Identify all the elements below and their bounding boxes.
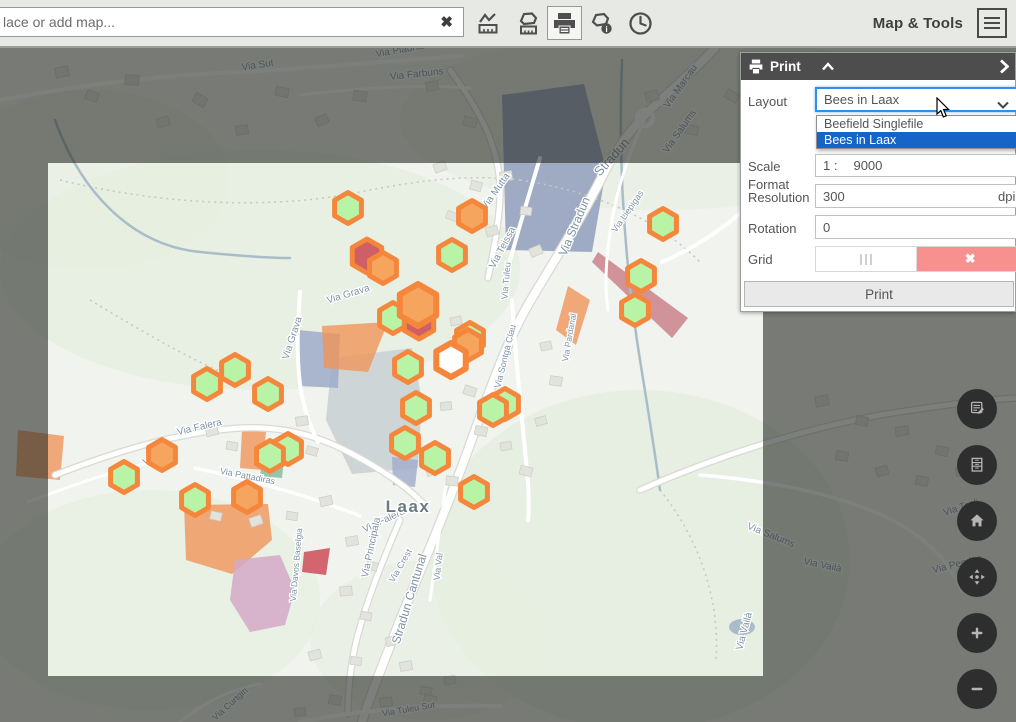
resolution-label: Resolution: [748, 190, 814, 205]
layout-option-1[interactable]: Beefield Singlefile: [817, 116, 1016, 132]
home-button[interactable]: [957, 501, 997, 541]
edit-notes-icon: [965, 397, 989, 421]
locate-icon: [965, 565, 989, 589]
resolution-unit: dpi: [998, 189, 1015, 204]
grid-label: Grid: [748, 252, 814, 267]
hamburger-icon: [984, 17, 1000, 19]
grid-toggle-handle[interactable]: [816, 247, 917, 271]
locate-button[interactable]: [957, 557, 997, 597]
identify-tool-button[interactable]: i: [585, 6, 620, 40]
rotation-field: [815, 215, 1016, 239]
attribute-table-button[interactable]: [957, 445, 997, 485]
layout-select[interactable]: Bees in Laax: [815, 87, 1016, 112]
notes-button[interactable]: [957, 389, 997, 429]
scale-prefix: 1 :: [823, 158, 837, 173]
printer-icon: [748, 59, 764, 74]
grid-toggle-off[interactable]: ✖: [917, 247, 1016, 271]
layout-dropdown-list: Beefield Singlefile Bees in Laax: [816, 115, 1016, 149]
print-icon: [551, 10, 578, 37]
minus-icon: [965, 677, 989, 701]
search-input[interactable]: [0, 8, 443, 36]
draw-measure-icon: [514, 10, 541, 37]
zoom-in-button[interactable]: [957, 613, 997, 653]
layout-option-2[interactable]: Bees in Laax: [817, 132, 1016, 148]
svg-text:i: i: [605, 23, 607, 33]
collapse-panel-button[interactable]: [821, 62, 835, 71]
map-tools-label: Map & Tools: [873, 15, 963, 32]
scale-input[interactable]: 1 : 9000: [815, 154, 1016, 177]
home-icon: [965, 509, 989, 533]
print-panel-title: Print: [770, 59, 801, 74]
layout-select-value: Bees in Laax: [824, 92, 899, 107]
measure-icon: [476, 10, 503, 37]
print-button[interactable]: Print: [744, 281, 1014, 307]
print-panel: Print Layout Bees in Laax Format Scale 1…: [740, 52, 1016, 312]
identify-icon: i: [589, 10, 616, 37]
print-extent-frame[interactable]: [48, 163, 763, 676]
resolution-field: dpi: [815, 184, 1016, 208]
draw-measure-tool-button[interactable]: [510, 6, 545, 40]
table-icon: [965, 453, 989, 477]
plus-icon: [965, 621, 989, 645]
zoom-out-button[interactable]: [957, 669, 997, 709]
print-panel-header[interactable]: Print: [741, 53, 1015, 80]
chevron-down-icon: [997, 97, 1009, 112]
scale-label: Scale: [748, 159, 814, 174]
topbar: ✖ i: [0, 0, 1016, 48]
layout-label: Layout: [748, 94, 814, 109]
grid-toggle[interactable]: ✖: [815, 246, 1016, 272]
search-box: ✖: [0, 7, 464, 37]
rotation-input[interactable]: [816, 219, 945, 236]
panel-expand-right-button[interactable]: [999, 59, 1009, 74]
scale-value: 9000: [853, 158, 882, 173]
menu-button[interactable]: [977, 8, 1007, 38]
measure-tool-button[interactable]: [472, 6, 507, 40]
time-tool-button[interactable]: [623, 6, 658, 40]
print-tool-button[interactable]: [547, 6, 582, 40]
resolution-input[interactable]: [816, 188, 945, 205]
clear-search-icon[interactable]: ✖: [440, 13, 453, 31]
clock-icon: [627, 10, 654, 37]
rotation-label: Rotation: [748, 221, 814, 236]
